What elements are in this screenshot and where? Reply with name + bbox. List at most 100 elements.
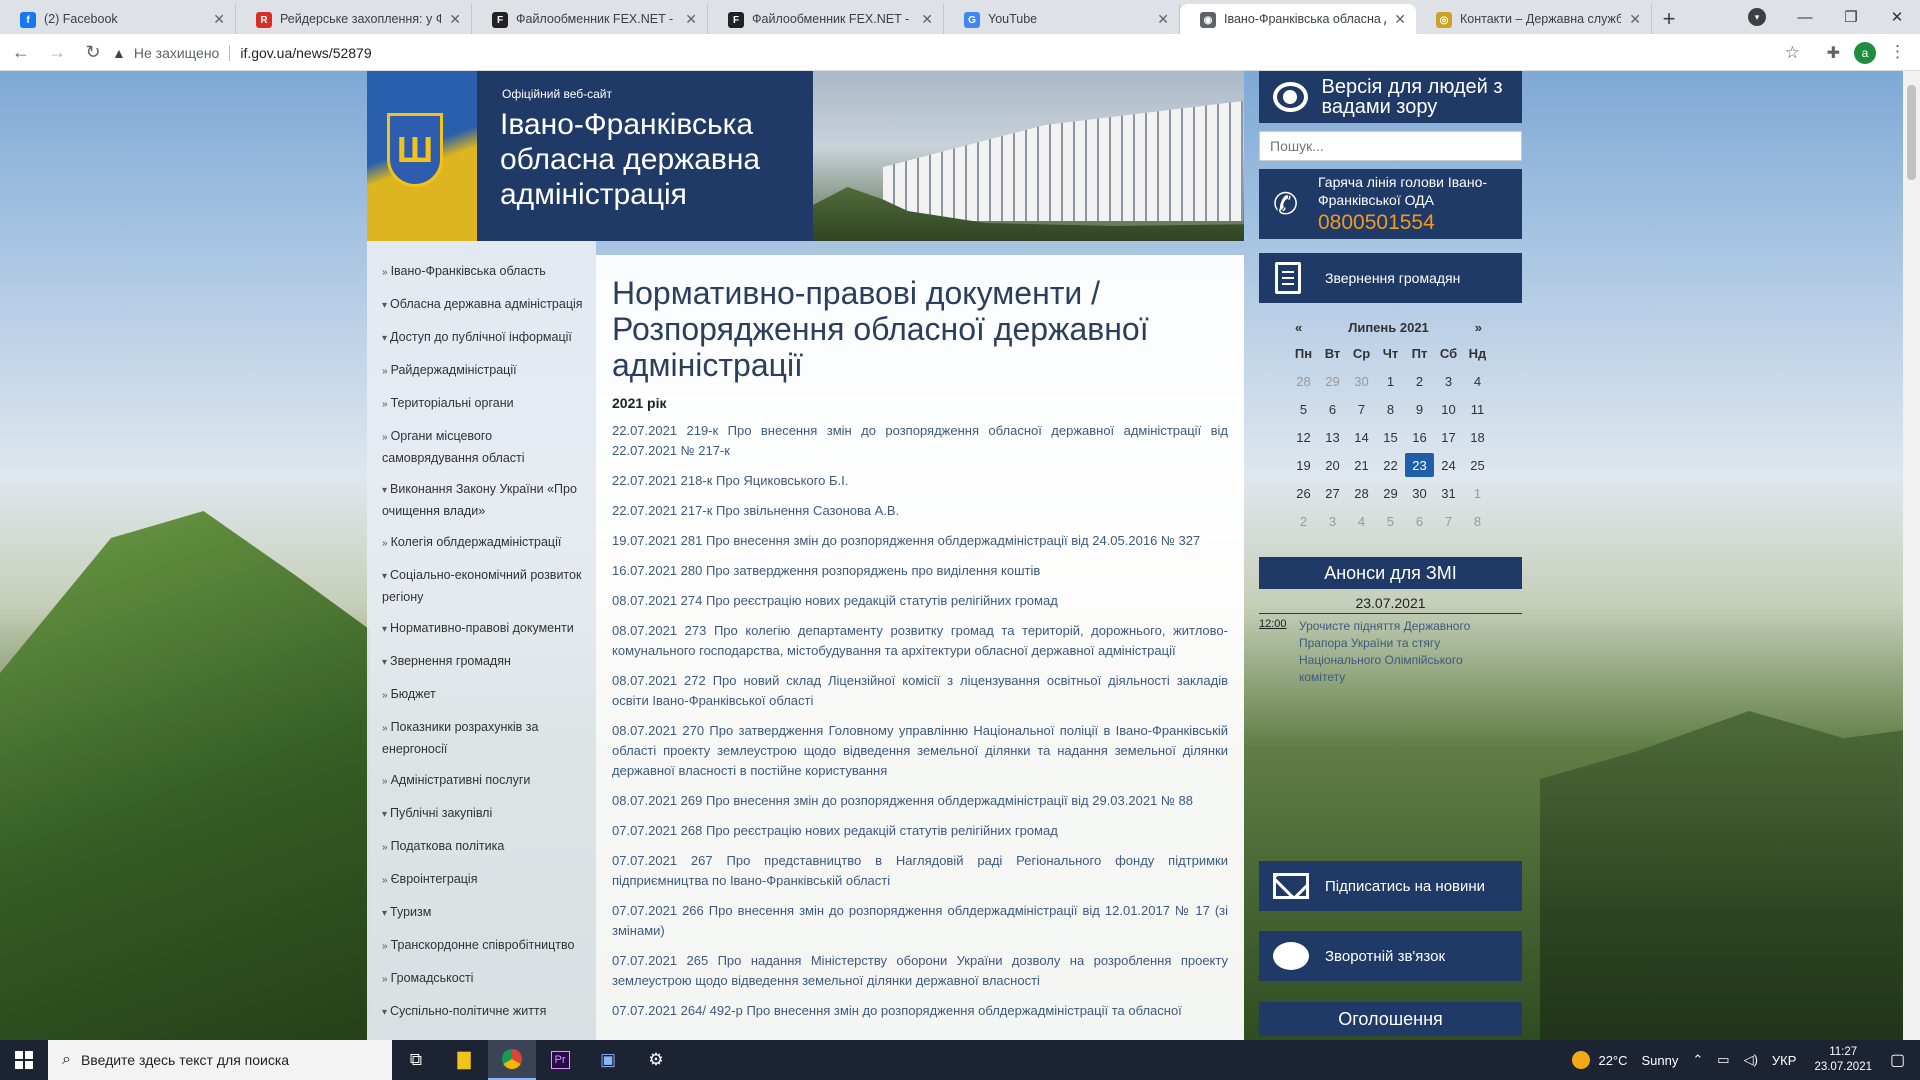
back-icon[interactable]: ← [6, 37, 36, 67]
hotline-number[interactable]: 0800501554 [1318, 211, 1435, 235]
calendar-day[interactable]: 11 [1463, 397, 1492, 421]
weather-temp[interactable]: 22°C [1598, 1053, 1627, 1068]
weather-text[interactable]: Sunny [1642, 1053, 1679, 1068]
calendar-day[interactable]: 27 [1318, 481, 1347, 505]
left-menu-item[interactable]: » Колегія облдержадміністрації [367, 526, 596, 559]
scrollbar-thumb[interactable] [1907, 85, 1916, 180]
browser-menu-icon[interactable]: ⋮ [1889, 42, 1906, 62]
calendar-day[interactable]: 31 [1434, 481, 1463, 505]
profile-avatar[interactable]: a [1854, 42, 1876, 64]
left-menu-item[interactable]: » Райдержадміністрації [367, 354, 596, 387]
calendar-day[interactable]: 19 [1289, 453, 1318, 477]
new-tab-button[interactable]: + [1652, 4, 1686, 34]
accessibility-version-button[interactable]: Версія для людей з вадами зору [1259, 71, 1522, 123]
chrome-icon[interactable] [488, 1040, 536, 1080]
calendar-day[interactable]: 3 [1318, 509, 1347, 533]
minimize-icon[interactable]: — [1782, 0, 1828, 34]
left-menu-item[interactable]: » Бюджет [367, 678, 596, 711]
left-menu-item[interactable]: ▾ Суспільно-політичне життя [367, 995, 596, 1028]
calendar-day[interactable]: 18 [1463, 425, 1492, 449]
left-menu-item[interactable]: ▾ Нормативно-правові документи [367, 612, 596, 645]
calendar-day[interactable]: 4 [1347, 509, 1376, 533]
left-menu-item[interactable]: ▾ Виконання Закону України «Про очищення … [367, 473, 596, 526]
calendar-day[interactable]: 3 [1434, 369, 1463, 393]
calendar-day[interactable]: 14 [1347, 425, 1376, 449]
close-tab-icon[interactable]: ✕ [921, 11, 933, 28]
calendar-day[interactable]: 28 [1347, 481, 1376, 505]
calendar-day[interactable]: 1 [1376, 369, 1405, 393]
document-link[interactable]: 16.07.2021 280 Про затвердження розпоряд… [612, 561, 1228, 581]
restore-icon[interactable]: ❐ [1828, 0, 1874, 34]
hotline-block[interactable]: ✆ Гаряча лінія голови Івано-Франківської… [1259, 169, 1522, 239]
network-icon[interactable]: ▭ [1717, 1052, 1729, 1068]
calendar-day[interactable]: 22 [1376, 453, 1405, 477]
document-link[interactable]: 08.07.2021 269 Про внесення змін до розп… [612, 791, 1228, 811]
page-scrollbar[interactable] [1903, 71, 1920, 1040]
calendar-day[interactable]: 25 [1463, 453, 1492, 477]
calendar-day[interactable]: 28 [1289, 369, 1318, 393]
left-menu-item[interactable]: ▾ Доступ до публічної інформації [367, 321, 596, 354]
notifications-icon[interactable]: ▢ [1890, 1050, 1920, 1070]
left-menu-item[interactable]: » Івано-Франківська область [367, 255, 596, 288]
calendar-day[interactable]: 30 [1347, 369, 1376, 393]
calendar-day[interactable]: 4 [1463, 369, 1492, 393]
left-menu-item[interactable]: ▾ Туризм [367, 896, 596, 929]
left-menu-item[interactable]: ▾ Звернення громадян [367, 645, 596, 678]
document-link[interactable]: 08.07.2021 274 Про реєстрацію нових реда… [612, 591, 1228, 611]
calendar-day[interactable]: 2 [1289, 509, 1318, 533]
calendar-day[interactable]: 8 [1376, 397, 1405, 421]
close-tab-icon[interactable]: ✕ [213, 11, 225, 28]
feedback-button[interactable]: Зворотній зв'язок [1259, 931, 1522, 981]
site-logo-block[interactable]: Ш Офіційний веб-сайт Івано-Франківська о… [367, 71, 813, 241]
calendar-day[interactable]: 13 [1318, 425, 1347, 449]
site-search-input[interactable] [1259, 131, 1522, 161]
citizen-appeals-button[interactable]: Звернення громадян [1259, 253, 1522, 303]
left-menu-item[interactable]: » Територіальні органи [367, 387, 596, 420]
calendar-day[interactable]: 1 [1463, 481, 1492, 505]
left-menu-item[interactable]: » Транскордонне співробітництво [367, 929, 596, 962]
taskbar-search-box[interactable]: ⌕ Введите здесь текст для поиска [48, 1040, 392, 1080]
browser-tab[interactable]: G YouTube ✕ [944, 4, 1180, 34]
calendar-day[interactable]: 30 [1405, 481, 1434, 505]
press-announcements-header[interactable]: Анонси для ЗМІ [1259, 557, 1522, 589]
language-indicator[interactable]: УКР [1772, 1053, 1797, 1068]
weather-sun-icon[interactable] [1572, 1051, 1591, 1069]
browser-tab[interactable]: ◎ Контакти – Державна служба У ✕ [1416, 4, 1652, 34]
calendar-day[interactable]: 17 [1434, 425, 1463, 449]
left-menu-item[interactable]: » Адміністративні послуги [367, 764, 596, 797]
close-tab-icon[interactable]: ✕ [449, 11, 461, 28]
left-menu-item[interactable]: » Показники розрахунків за енергоносії [367, 711, 596, 764]
document-link[interactable]: 22.07.2021 219-к Про внесення змін до ро… [612, 421, 1228, 461]
left-menu-item[interactable]: » Органи місцевого самоврядування області [367, 420, 596, 473]
left-menu-item[interactable]: » Євроінтеграція [367, 863, 596, 896]
calendar-day[interactable]: 6 [1405, 509, 1434, 533]
browser-tab[interactable]: F Файлообменник FEX.NET - Хра ✕ [472, 4, 708, 34]
url-text[interactable]: if.gov.ua/news/52879 [240, 45, 371, 61]
forward-icon[interactable]: → [42, 37, 72, 67]
left-menu-item[interactable]: ▾ Соціально-економічний розвиток регіону [367, 559, 596, 612]
calendar-day[interactable]: 24 [1434, 453, 1463, 477]
calendar-day[interactable]: 5 [1289, 397, 1318, 421]
announcements-header[interactable]: Оголошення [1259, 1002, 1522, 1036]
document-link[interactable]: 08.07.2021 272 Про новий склад Ліцензійн… [612, 671, 1228, 711]
close-tab-icon[interactable]: ✕ [1157, 11, 1169, 28]
left-menu-item[interactable]: ▾ Обласна державна адміністрація [367, 288, 596, 321]
calendar-day[interactable]: 20 [1318, 453, 1347, 477]
left-menu-item[interactable]: » Громадськості [367, 962, 596, 995]
subscribe-news-button[interactable]: Підписатись на новини [1259, 861, 1522, 911]
tray-chevron-icon[interactable]: ⌃ [1692, 1052, 1703, 1068]
left-menu-item[interactable]: ▾ Публічні закупівлі [367, 797, 596, 830]
calendar-day[interactable]: 8 [1463, 509, 1492, 533]
site-header-banner[interactable]: Ш Офіційний веб-сайт Івано-Франківська о… [367, 71, 1244, 241]
calendar-day[interactable]: 5 [1376, 509, 1405, 533]
document-link[interactable]: 22.07.2021 217-к Про звільнення Сазонова… [612, 501, 1228, 521]
document-link[interactable]: 07.07.2021 264/ 492-р Про внесення змін … [612, 1001, 1228, 1021]
left-menu-item[interactable]: » Податкова політика [367, 830, 596, 863]
calendar-day[interactable]: 7 [1347, 397, 1376, 421]
calendar-day[interactable]: 9 [1405, 397, 1434, 421]
bookmark-star-icon[interactable]: ☆ [1785, 43, 1800, 63]
calendar-day[interactable]: 26 [1289, 481, 1318, 505]
document-link[interactable]: 07.07.2021 265 Про надання Міністерству … [612, 951, 1228, 991]
document-link[interactable]: 08.07.2021 270 Про затвердження Головном… [612, 721, 1228, 781]
press-item-link[interactable]: Урочисте підняття Державного Прапора Укр… [1299, 618, 1499, 686]
